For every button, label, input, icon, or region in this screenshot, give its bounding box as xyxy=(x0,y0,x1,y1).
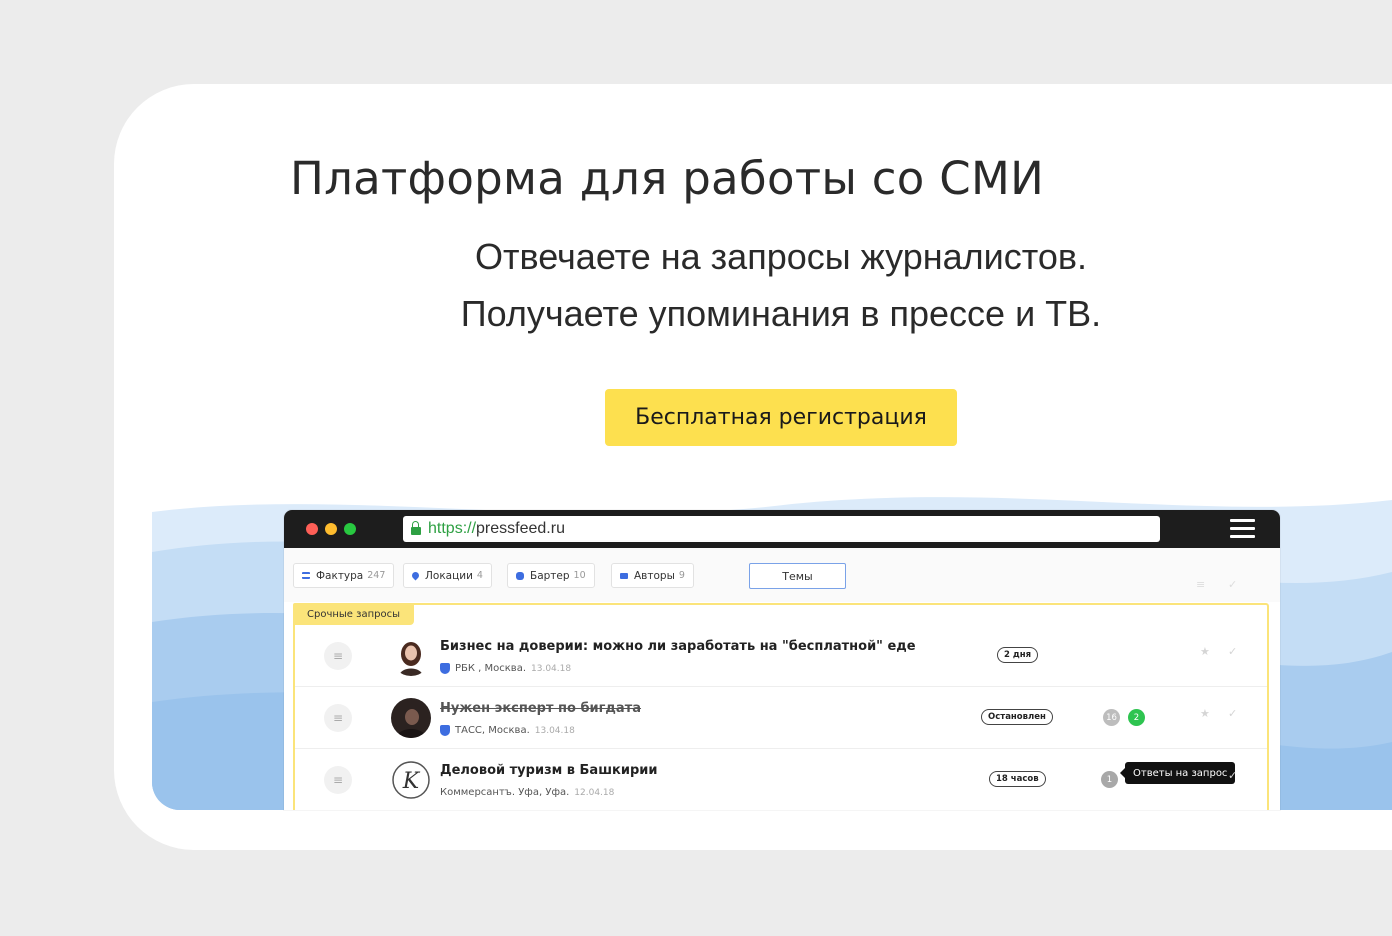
authors-icon xyxy=(620,572,628,579)
lock-icon xyxy=(411,521,421,535)
star-icon[interactable]: ★ xyxy=(1200,645,1210,658)
answers-tooltip: Ответы на запрос xyxy=(1119,762,1236,784)
verified-shield-icon xyxy=(440,663,450,674)
minimize-dot-icon xyxy=(325,523,337,535)
url-host: pressfeed.ru xyxy=(476,520,565,537)
check-icon[interactable]: ✓ xyxy=(1228,645,1237,658)
new-answers-badge[interactable]: 2 xyxy=(1128,709,1145,726)
request-date: 13.04.18 xyxy=(531,663,572,674)
request-row[interactable]: ≡ Бизнес на доверии: можно ли заработать… xyxy=(295,625,1267,687)
request-source: Коммерсантъ. Уфа, Уфа. xyxy=(440,787,570,798)
themes-button[interactable]: Темы xyxy=(749,563,846,589)
puzzle-icon xyxy=(516,571,524,580)
request-row[interactable]: ≡ K Деловой туризм в Башкирии Коммерсант… xyxy=(295,749,1267,810)
sort-icon[interactable]: ≡ xyxy=(1196,578,1205,591)
request-title[interactable]: Нужен эксперт по бигдата xyxy=(440,701,641,716)
request-meta: ТАСС, Москва. 13.04.18 xyxy=(440,725,575,736)
document-icon: ≡ xyxy=(324,704,352,732)
journalist-avatar xyxy=(391,636,431,676)
filter-chip-locations[interactable]: Локации 4 xyxy=(403,563,492,588)
url-scheme: https:// xyxy=(428,520,477,537)
svg-text:K: K xyxy=(402,769,421,794)
urgent-requests-list: Срочные запросы ≡ Бизнес на доверии: мож… xyxy=(293,603,1269,810)
filter-chip-facts[interactable]: Фактура 247 xyxy=(293,563,395,588)
deadline-badge: 18 часов xyxy=(989,771,1046,787)
deadline-badge: 2 дня xyxy=(997,647,1039,663)
request-source: ТАСС, Москва. xyxy=(455,725,530,736)
free-registration-button[interactable]: Бесплатная регистрация xyxy=(605,389,957,446)
star-icon[interactable]: ★ xyxy=(1200,707,1210,720)
filter-count: 10 xyxy=(573,570,586,581)
request-title[interactable]: Бизнес на доверии: можно ли заработать н… xyxy=(440,639,916,654)
filter-label: Бартер xyxy=(530,569,570,582)
filter-count: 247 xyxy=(367,570,386,581)
urgent-requests-tab[interactable]: Срочные запросы xyxy=(293,603,414,625)
filter-chip-authors[interactable]: Авторы 9 xyxy=(611,563,694,588)
request-row[interactable]: ≡ Нужен эксперт по бигдата ТАСС, Москва.… xyxy=(295,687,1267,749)
document-icon: ≡ xyxy=(324,642,352,670)
subtitle-line-1: Отвечаете на запросы журналистов. xyxy=(475,236,1087,277)
page-title: Платформа для работы со СМИ xyxy=(289,152,1045,205)
browser-mockup: https:// pressfeed.ru Фактура 247 Локаци… xyxy=(284,510,1280,810)
filter-label: Локации xyxy=(425,569,473,582)
journalist-avatar xyxy=(391,698,431,738)
hamburger-menu-icon[interactable] xyxy=(1230,519,1255,539)
request-date: 13.04.18 xyxy=(534,725,575,736)
subtitle-line-2: Получаете упоминания в прессе и ТВ. xyxy=(460,293,1102,334)
request-meta: Коммерсантъ. Уфа, Уфа. 12.04.18 xyxy=(440,787,614,798)
browser-titlebar: https:// pressfeed.ru xyxy=(284,510,1280,548)
filter-chip-barter[interactable]: Бартер 10 xyxy=(507,563,595,588)
address-bar[interactable]: https:// pressfeed.ru xyxy=(403,516,1160,542)
filter-bar: Фактура 247 Локации 4 Бартер 10 Авторы 9… xyxy=(284,548,1280,602)
request-date: 12.04.18 xyxy=(574,787,615,798)
answers-count-badge[interactable]: 1 xyxy=(1101,771,1118,788)
list-icon xyxy=(302,572,310,579)
filter-count: 9 xyxy=(678,570,685,581)
filter-count: 4 xyxy=(476,570,483,581)
maximize-dot-icon xyxy=(344,523,356,535)
answers-count-badge[interactable]: 16 xyxy=(1103,709,1120,726)
location-pin-icon xyxy=(410,570,421,581)
request-source: РБК , Москва. xyxy=(455,663,527,674)
request-meta: РБК , Москва. 13.04.18 xyxy=(440,663,571,674)
close-dot-icon xyxy=(306,523,318,535)
check-icon[interactable]: ✓ xyxy=(1228,707,1237,720)
status-badge: Остановлен xyxy=(981,709,1053,725)
document-icon: ≡ xyxy=(324,766,352,794)
publication-logo: K xyxy=(392,761,430,799)
filter-label: Авторы xyxy=(634,569,675,582)
request-title[interactable]: Деловой туризм в Башкирии xyxy=(440,763,657,778)
check-all-icon[interactable]: ✓ xyxy=(1228,578,1237,591)
verified-shield-icon xyxy=(440,725,450,736)
check-icon[interactable]: ✓ xyxy=(1228,769,1237,782)
filter-label: Фактура xyxy=(316,569,364,582)
